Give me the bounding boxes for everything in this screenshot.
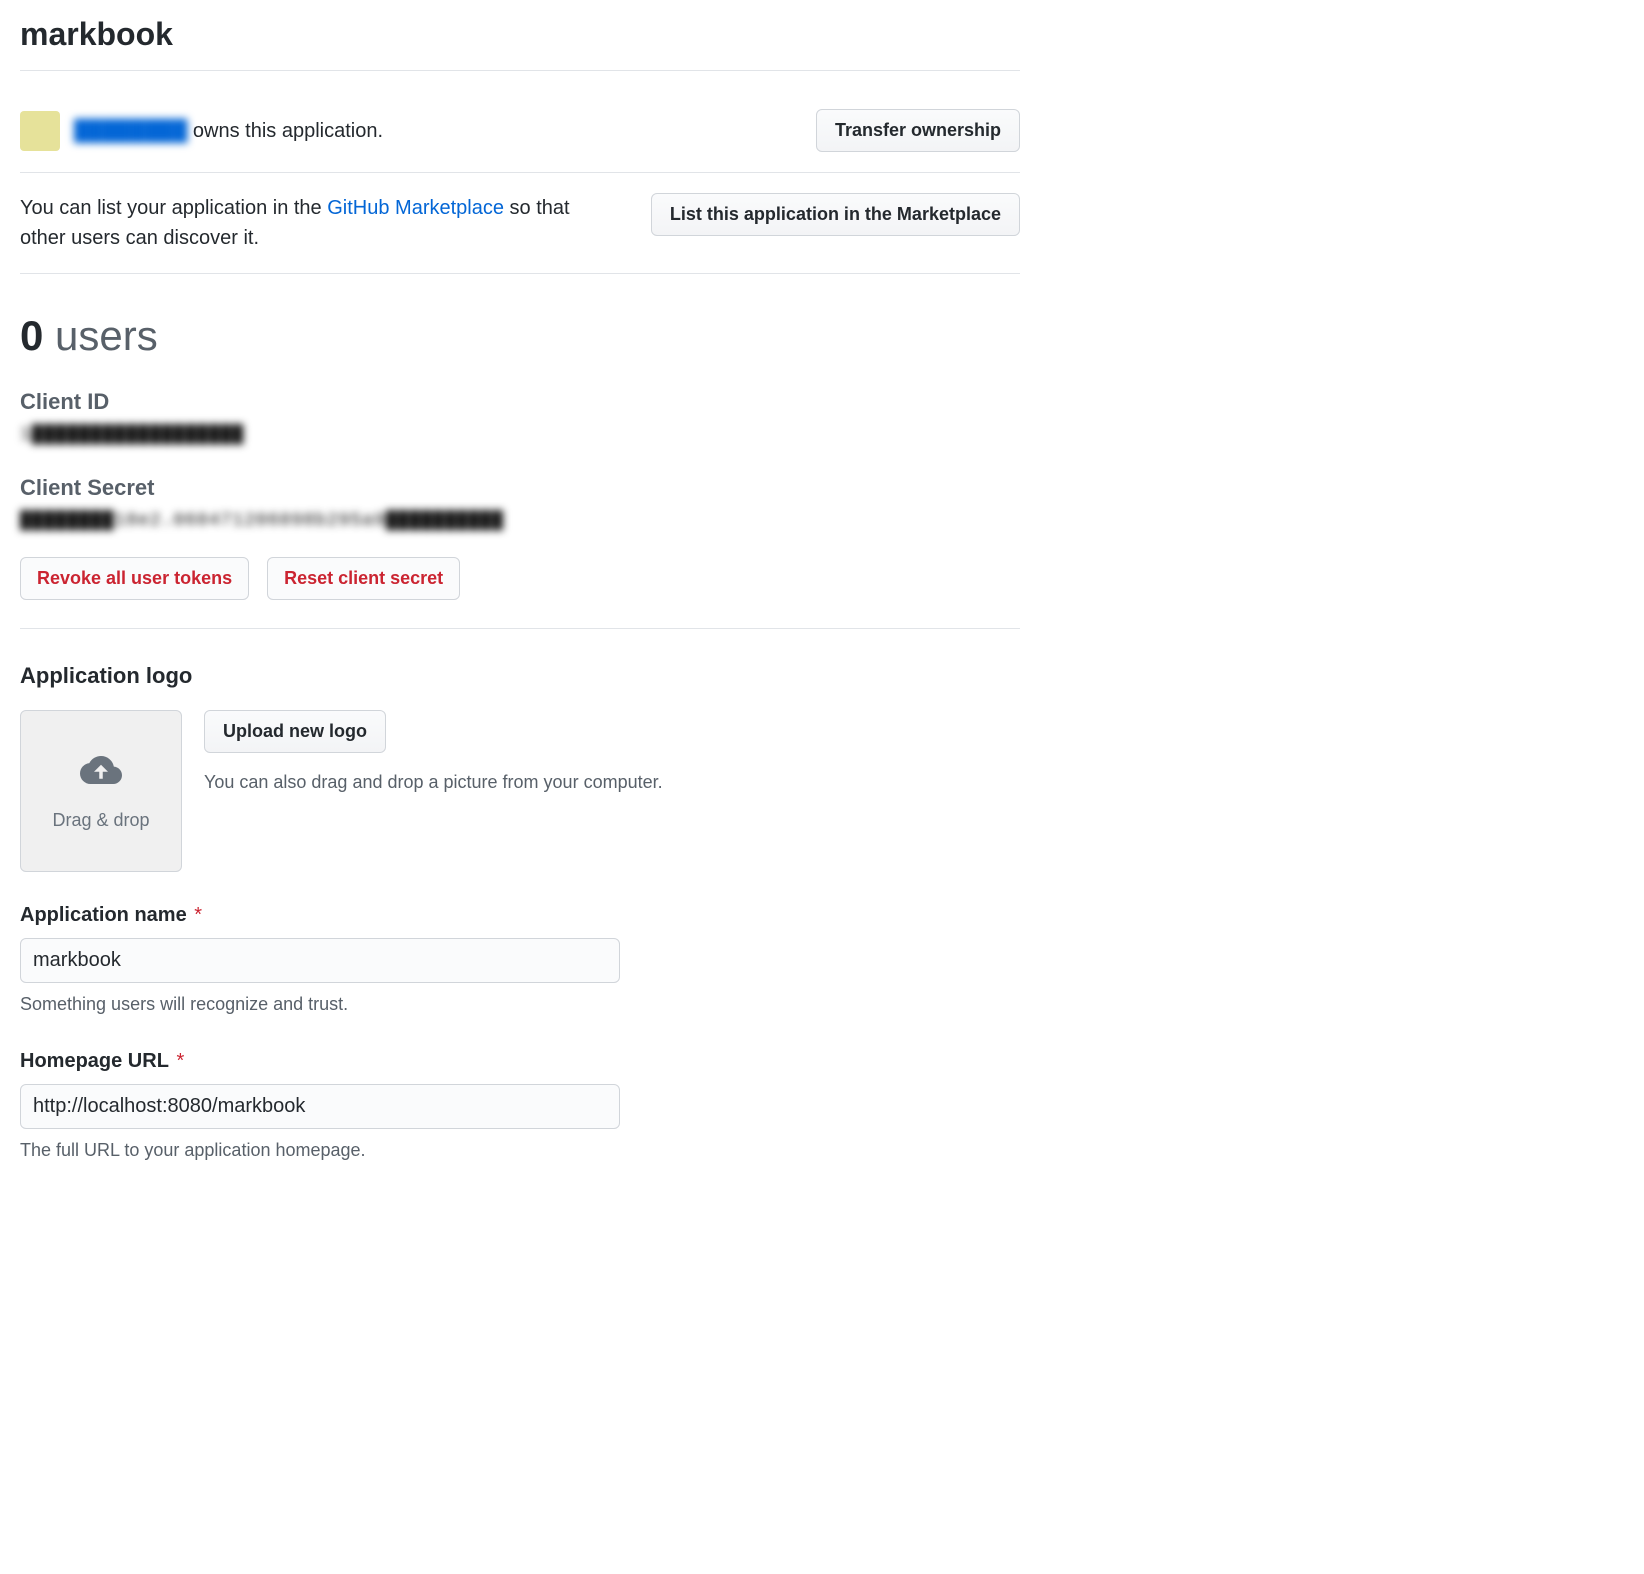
logo-row: Drag & drop Upload new logo You can also…: [20, 710, 1020, 872]
cloud-upload-icon: [80, 749, 122, 807]
owner-text: ████████ owns this application.: [74, 116, 383, 146]
application-name-label-text: Application name: [20, 904, 187, 926]
marketplace-section: You can list your application in the Git…: [20, 173, 1020, 274]
client-id-block: Client ID 1██████████████████: [20, 385, 1020, 449]
dropzone-label: Drag & drop: [52, 807, 149, 834]
marketplace-text-pre: You can list your application in the: [20, 197, 327, 219]
upload-column: Upload new logo You can also drag and dr…: [204, 710, 663, 796]
marketplace-link[interactable]: GitHub Marketplace: [327, 197, 504, 219]
danger-actions: Revoke all user tokens Reset client secr…: [20, 557, 1020, 629]
app-title: markbook: [20, 10, 1020, 71]
logo-dropzone[interactable]: Drag & drop: [20, 710, 182, 872]
homepage-url-label-text: Homepage URL: [20, 1050, 169, 1072]
application-name-group: Application name * Something users will …: [20, 900, 1020, 1018]
owner-section: ████████ owns this application. Transfer…: [20, 89, 1020, 173]
client-secret-label: Client Secret: [20, 471, 1020, 504]
owner-avatar: [20, 111, 60, 151]
application-name-label: Application name *: [20, 900, 1020, 930]
required-asterisk: *: [189, 904, 202, 926]
reset-client-secret-button[interactable]: Reset client secret: [267, 557, 460, 600]
required-asterisk: *: [171, 1050, 184, 1072]
list-in-marketplace-button[interactable]: List this application in the Marketplace: [651, 193, 1020, 236]
client-id-value: 1██████████████████: [20, 422, 1020, 449]
owner-owns-label: owns this application.: [193, 120, 383, 142]
transfer-ownership-button[interactable]: Transfer ownership: [816, 109, 1020, 152]
marketplace-text: You can list your application in the Git…: [20, 193, 620, 253]
homepage-url-input[interactable]: [20, 1084, 620, 1129]
homepage-url-group: Homepage URL * The full URL to your appl…: [20, 1046, 1020, 1164]
client-secret-block: Client Secret ████████18e2.060471206098b…: [20, 471, 1020, 535]
revoke-tokens-button[interactable]: Revoke all user tokens: [20, 557, 249, 600]
homepage-url-hint: The full URL to your application homepag…: [20, 1137, 1020, 1164]
upload-hint: You can also drag and drop a picture fro…: [204, 769, 663, 796]
user-label: users: [55, 312, 158, 359]
client-secret-value: ████████18e2.060471206098b295a9█████████…: [20, 508, 1020, 535]
users-heading: 0 users: [20, 304, 1020, 367]
logo-heading: Application logo: [20, 659, 1020, 692]
homepage-url-label: Homepage URL *: [20, 1046, 1020, 1076]
upload-logo-button[interactable]: Upload new logo: [204, 710, 386, 753]
owner-link[interactable]: ████████: [74, 120, 187, 142]
client-id-label: Client ID: [20, 385, 1020, 418]
application-name-hint: Something users will recognize and trust…: [20, 991, 1020, 1018]
application-name-input[interactable]: [20, 938, 620, 983]
user-count: 0: [20, 312, 43, 359]
